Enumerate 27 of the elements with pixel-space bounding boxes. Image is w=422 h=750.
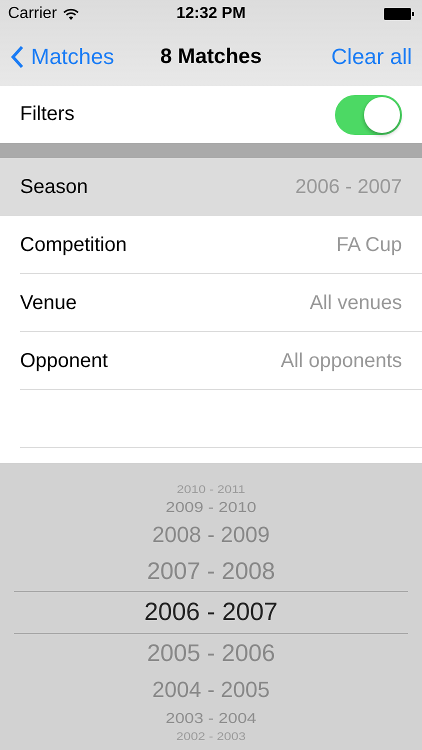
row-label: Competition — [20, 234, 127, 256]
filters-label: Filters — [20, 103, 74, 126]
back-label: Matches — [31, 44, 114, 70]
picker-item[interactable]: 2003 - 2004 — [14, 708, 408, 728]
picker-item[interactable]: 2007 - 2008 — [14, 552, 408, 591]
back-button[interactable]: Matches — [10, 44, 114, 70]
filters-toggle[interactable] — [335, 94, 402, 134]
picker-item[interactable]: 2008 - 2009 — [14, 518, 408, 552]
wifi-icon — [62, 8, 79, 20]
nav-title: 8 Matches — [160, 45, 262, 69]
clear-all-button[interactable]: Clear all — [331, 44, 412, 70]
picker-item[interactable]: 2004 - 2005 — [14, 673, 408, 707]
picker-item[interactable]: 2009 - 2010 — [14, 498, 408, 516]
row-value: 2006 - 2007 — [295, 176, 402, 198]
carrier-name: Carrier — [8, 5, 57, 23]
row-label: Season — [20, 176, 88, 198]
picker-item[interactable]: 2005 - 2006 — [14, 634, 408, 673]
chevron-left-icon — [10, 45, 24, 69]
row-value: All opponents — [280, 350, 402, 372]
row-label: Venue — [20, 292, 77, 314]
battery-icon — [384, 8, 414, 20]
row-value: All venues — [310, 292, 402, 314]
filter-row[interactable]: Season 2006 - 2007 — [0, 158, 422, 216]
row-label: Opponent — [20, 350, 108, 372]
row-value: FA Cup — [336, 234, 402, 256]
picker-item[interactable]: 2006 - 2007 — [14, 591, 408, 634]
status-time: 12:32 PM — [176, 5, 246, 23]
